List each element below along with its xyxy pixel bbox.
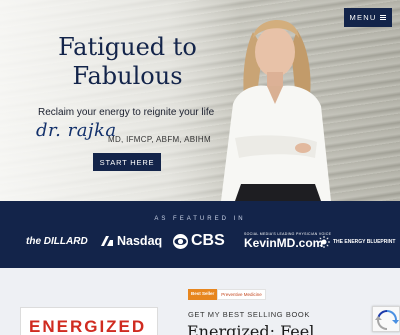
kevinmd-logo-text: KevinMD.com (244, 236, 324, 250)
hamburger-icon (380, 15, 387, 20)
amazon-badges: Best Seller Preventive Medicine (188, 289, 266, 300)
nasdaq-logo[interactable]: Nasdaq (100, 234, 162, 248)
start-here-button[interactable]: START HERE (93, 153, 161, 171)
menu-label: MENU (349, 13, 377, 22)
best-seller-badge: Best Seller (188, 289, 218, 300)
menu-button[interactable]: MENU (344, 8, 392, 27)
credentials-text: MD, IFMCP, ABFM, ABIHM (108, 135, 211, 144)
book-cover-image[interactable]: ENERGIZED (20, 307, 158, 335)
doctor-portrait (221, 19, 331, 201)
cbs-logo[interactable]: CBS (172, 232, 225, 250)
signature-logo: dr. rajka (36, 120, 117, 141)
hero-title-line1: Fatigued to (58, 33, 197, 61)
book-section-label: GET MY BEST SELLING BOOK (188, 310, 310, 319)
recaptcha-icon (375, 310, 399, 330)
dillard-logo[interactable]: the DILLARD (26, 236, 88, 247)
featured-label: AS FEATURED IN (154, 216, 246, 222)
hero-title-line2: Fabulous (72, 62, 183, 90)
hero-title: Fatigued to Fabulous (40, 33, 215, 91)
energy-blueprint-logo[interactable]: THE ENERGY BLUEPRINT (318, 236, 395, 248)
cbs-logo-text: CBS (191, 232, 225, 249)
dillard-logo-text: the DILLARD (26, 236, 88, 247)
nasdaq-icon (101, 236, 113, 246)
energy-blueprint-text: THE ENERGY BLUEPRINT (333, 239, 396, 245)
recaptcha-badge[interactable] (372, 306, 400, 332)
book-cover-title: ENERGIZED (29, 317, 147, 335)
book-title: Energized: Feel (187, 322, 315, 335)
cbs-eye-icon (173, 233, 188, 249)
sun-icon (318, 236, 330, 248)
category-badge: Preventive Medicine (217, 289, 266, 300)
hero-tagline: Reclaim your energy to reignite your lif… (38, 107, 215, 118)
nasdaq-logo-text: Nasdaq (117, 234, 163, 248)
